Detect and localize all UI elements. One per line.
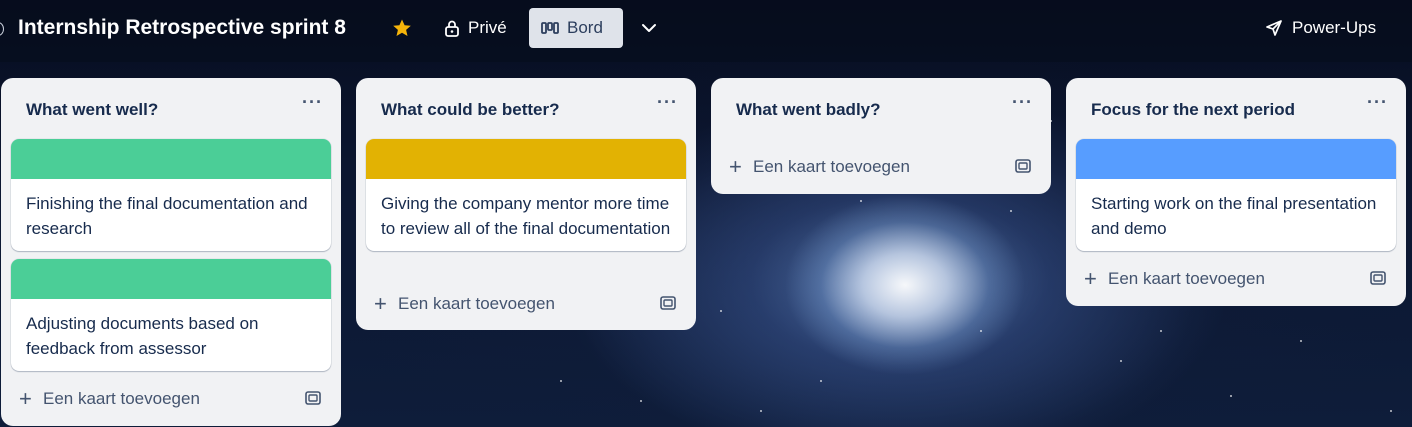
card[interactable]: Adjusting documents based on feedback fr… (11, 259, 331, 371)
board-title[interactable]: Internship Retrospective sprint 8 (18, 16, 346, 40)
powerups-button[interactable]: Power-Ups (1252, 8, 1388, 48)
add-card-button[interactable]: + Een kaart toevoegen (11, 383, 331, 415)
card-template-icon[interactable] (660, 296, 676, 310)
visibility-button[interactable]: Privé (432, 8, 519, 48)
list-what-went-badly: What went badly? ··· + Een kaart toevoeg… (711, 78, 1051, 194)
add-card-label: Een kaart toevoegen (753, 157, 910, 176)
list-title[interactable]: What could be better? (381, 100, 560, 120)
plus-icon: + (19, 386, 32, 411)
add-card-button[interactable]: + Een kaart toevoegen (366, 288, 686, 320)
star-button[interactable] (384, 8, 420, 48)
board-view-icon (541, 22, 559, 34)
views-dropdown-button[interactable] (631, 8, 667, 48)
plus-icon: + (1084, 266, 1097, 291)
add-card-button[interactable]: + Een kaart toevoegen (721, 151, 1041, 183)
card-title: Giving the company mentor more time to r… (381, 194, 671, 238)
plus-icon: + (374, 291, 387, 316)
chevron-down-icon (642, 24, 656, 32)
card[interactable]: Giving the company mentor more time to r… (366, 139, 686, 251)
list-title[interactable]: What went well? (26, 100, 158, 120)
add-card-label: Een kaart toevoegen (43, 389, 200, 408)
star-icon (393, 19, 411, 36)
card-title: Starting work on the final presentation … (1091, 194, 1377, 238)
list-menu-button[interactable]: ··· (657, 92, 678, 113)
plus-icon: + (729, 154, 742, 179)
powerups-label: Power-Ups (1292, 18, 1377, 37)
list-focus-next-period: Focus for the next period ··· Starting w… (1066, 78, 1406, 306)
card-cover (11, 259, 331, 299)
visibility-label: Privé (468, 18, 507, 37)
card[interactable]: Starting work on the final presentation … (1076, 139, 1396, 251)
card-title: Finishing the final documentation and re… (26, 194, 308, 238)
add-card-label: Een kaart toevoegen (398, 294, 555, 313)
list-menu-button[interactable]: ··· (1367, 92, 1388, 113)
card[interactable]: Finishing the final documentation and re… (11, 139, 331, 251)
list-what-went-well: What went well? ··· Finishing the final … (1, 78, 341, 426)
list-what-could-be-better: What could be better? ··· Giving the com… (356, 78, 696, 330)
card-cover (11, 139, 331, 179)
board-header: Internship Retrospective sprint 8 Privé … (0, 0, 1412, 62)
board-view-button[interactable]: Bord (529, 8, 623, 48)
list-title[interactable]: Focus for the next period (1091, 100, 1295, 120)
rocket-icon (1266, 20, 1282, 36)
list-menu-button[interactable]: ··· (302, 92, 323, 113)
add-card-label: Een kaart toevoegen (1108, 269, 1265, 288)
card-template-icon[interactable] (1015, 159, 1031, 173)
lock-icon (445, 20, 459, 37)
card-template-icon[interactable] (305, 391, 321, 405)
card-cover (366, 139, 686, 179)
list-title[interactable]: What went badly? (736, 100, 881, 120)
add-card-button[interactable]: + Een kaart toevoegen (1076, 263, 1396, 295)
list-menu-button[interactable]: ··· (1012, 92, 1033, 113)
card-template-icon[interactable] (1370, 271, 1386, 285)
card-title: Adjusting documents based on feedback fr… (26, 314, 259, 358)
card-cover (1076, 139, 1396, 179)
board-view-label: Bord (567, 18, 603, 37)
workspace-avatar[interactable] (0, 22, 4, 36)
